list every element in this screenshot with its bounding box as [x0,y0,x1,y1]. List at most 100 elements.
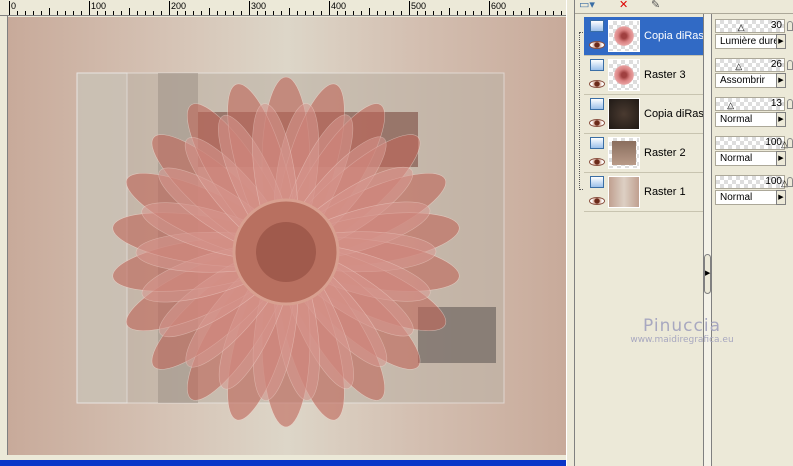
new-layer-icon[interactable]: ▭▾ [579,0,595,11]
layer-name: Copia diRaster 2 [644,108,703,120]
ruler-tick [289,8,290,15]
image-canvas[interactable] [8,17,566,455]
watermark-name: Pinuccia [643,316,721,336]
layers-palette: ▭▾ ✕ ✎ Copia diRaster 3 Raster 3 Copia d… [575,0,793,466]
ruler-tick [113,11,114,15]
ruler-tick [561,11,562,15]
ruler-tick [241,11,242,15]
layer-row[interactable]: Copia diRaster 3 [584,17,703,56]
layer-props: 26 △ Assombrir ▶ [713,56,793,95]
opacity-slider[interactable]: 30 △ [715,19,785,33]
edit-icon[interactable]: ✎ [651,0,660,11]
lock-icon[interactable] [787,138,793,148]
delete-layer-icon[interactable]: ✕ [619,0,628,11]
ruler-tick [417,11,418,15]
ruler-tick [97,11,98,15]
ruler-tick [377,11,378,15]
layer-name: Raster 2 [644,147,686,159]
ruler-tick [57,11,58,15]
taskbar [0,460,568,466]
ruler-tick [401,11,402,15]
ruler-tick [537,11,538,15]
ruler-tick [345,11,346,15]
ruler-tick [313,11,314,15]
blend-mode-select[interactable]: Normal [715,151,785,166]
layer-visibility-icon[interactable] [590,20,604,32]
ruler-tick [129,8,130,15]
eye-icon[interactable] [589,197,605,205]
eye-icon[interactable] [589,119,605,127]
ruler-tick [41,11,42,15]
ruler-tick [553,11,554,15]
layer-visibility-icon[interactable] [590,59,604,71]
opacity-value: 26 [770,59,782,70]
opacity-slider[interactable]: 26 △ [715,58,785,72]
ruler-tick [65,11,66,15]
ruler-tick [441,11,442,15]
layer-thumbnail [608,20,640,52]
dropdown-arrow-icon[interactable]: ▶ [776,34,786,49]
opacity-value: 13 [770,98,782,109]
eye-icon[interactable] [589,158,605,166]
ruler-tick [265,11,266,15]
slider-thumb-icon[interactable]: △ [737,21,745,33]
ruler-tick [385,11,386,15]
layer-name: Copia diRaster 3 [644,30,703,42]
ruler-tick [185,11,186,15]
layer-visibility-icon[interactable] [590,137,604,149]
ruler-tick [473,11,474,15]
ruler-tick [465,11,466,15]
ruler-tick [121,11,122,15]
ruler-tick [449,8,450,15]
blend-mode-select[interactable]: Normal [715,190,785,205]
layers-toolbar: ▭▾ ✕ ✎ [575,0,793,14]
layer-props: 100 △ Normal ▶ [713,173,793,212]
ruler-tick [393,11,394,15]
layer-row[interactable]: Copia diRaster 2 [584,95,703,134]
layer-row[interactable]: Raster 1 [584,173,703,212]
lock-icon[interactable] [787,21,793,31]
layer-thumbnail [608,176,640,208]
lock-icon[interactable] [787,99,793,109]
ruler-tick [369,8,370,15]
eye-icon[interactable] [589,80,605,88]
layer-row[interactable]: Raster 2 [584,134,703,173]
layer-visibility-icon[interactable] [590,98,604,110]
ruler-tick [337,11,338,15]
lock-icon[interactable] [787,177,793,187]
layer-thumbnail [608,98,640,130]
ruler-label: 0 [9,1,16,15]
ruler-tick [209,8,210,15]
blend-mode-select[interactable]: Normal [715,112,785,127]
ruler-tick [545,11,546,15]
layer-visibility-icon[interactable] [590,176,604,188]
dropdown-arrow-icon[interactable]: ▶ [776,151,786,166]
layer-row[interactable]: Raster 3 [584,56,703,95]
ruler-tick [321,11,322,15]
ruler-tick [273,11,274,15]
lock-icon[interactable] [787,60,793,70]
ruler-tick [33,11,34,15]
ruler-tick [137,11,138,15]
dropdown-arrow-icon[interactable]: ▶ [776,73,786,88]
blend-mode-select[interactable]: Assombrir [715,73,785,88]
vertical-ruler [0,16,8,460]
ruler-tick [281,11,282,15]
palette-splitter[interactable]: ▶ [703,14,712,466]
panel-divider[interactable] [566,0,575,466]
layer-props: 13 △ Normal ▶ [713,95,793,134]
eye-icon[interactable] [589,41,605,49]
slider-thumb-icon[interactable]: △ [726,99,734,111]
opacity-slider[interactable]: 13 △ [715,97,785,111]
ruler-tick [73,11,74,15]
ruler-tick [225,11,226,15]
dropdown-arrow-icon[interactable]: ▶ [776,112,786,127]
ruler-tick [177,11,178,15]
expand-arrow-icon[interactable]: ▶ [704,254,711,294]
slider-thumb-icon[interactable]: △ [734,60,742,72]
opacity-slider[interactable]: 100 △ [715,136,788,150]
blend-mode-select[interactable]: Lumière dure [715,34,785,49]
dropdown-arrow-icon[interactable]: ▶ [776,190,786,205]
ruler-tick [81,11,82,15]
opacity-slider[interactable]: 100 △ [715,175,788,189]
